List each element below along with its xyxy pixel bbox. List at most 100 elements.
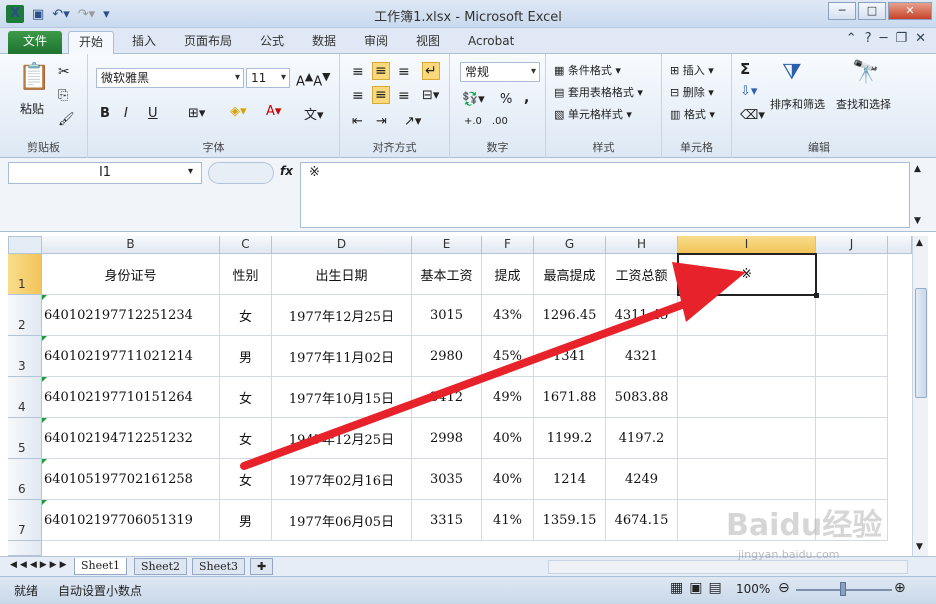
cell-c6[interactable]: 女 xyxy=(220,459,272,500)
cell-f7[interactable]: 41% xyxy=(482,500,534,541)
maximize-button[interactable]: □ xyxy=(858,2,886,20)
delete-cells-button[interactable]: ⊟ 删除 ▾ xyxy=(670,84,714,100)
row-header[interactable] xyxy=(8,541,42,556)
column-header-j[interactable]: J xyxy=(816,236,888,254)
number-format-combo[interactable]: 常规 xyxy=(460,62,540,82)
border-icon[interactable]: ⊞▾ xyxy=(188,106,205,121)
increase-decimal-icon[interactable]: +.0 xyxy=(464,116,482,127)
column-header-b[interactable]: B xyxy=(42,236,220,254)
column-header-i[interactable]: I xyxy=(678,236,816,254)
cell-f1[interactable]: 提成 xyxy=(482,254,534,295)
phonetic-icon[interactable]: 文▾ xyxy=(304,104,324,123)
cell-b5[interactable]: 640102194712251232 xyxy=(42,418,220,459)
help-icon[interactable]: ? xyxy=(865,31,872,46)
cell-b2[interactable]: 640102197712251234 xyxy=(42,295,220,336)
cell-d5[interactable]: 1947年12月25日 xyxy=(272,418,412,459)
currency-icon[interactable]: 💱▾ xyxy=(462,92,485,107)
cell-c2[interactable]: 女 xyxy=(220,295,272,336)
cell-h6[interactable]: 4249 xyxy=(606,459,678,500)
paste-icon[interactable]: 📋 xyxy=(18,62,50,92)
cell-c4[interactable]: 女 xyxy=(220,377,272,418)
insert-function-button[interactable]: fx xyxy=(280,164,293,178)
cell-g3[interactable]: 1341 xyxy=(534,336,606,377)
cut-icon[interactable]: ✂ xyxy=(58,64,70,80)
fill-icon[interactable]: ⇩▾ xyxy=(740,84,757,99)
tab-data[interactable]: 数据 xyxy=(302,31,346,54)
row-header[interactable]: 6 xyxy=(8,459,42,500)
cell-b7[interactable]: 640102197706051319 xyxy=(42,500,220,541)
align-right-icon[interactable]: ≡ xyxy=(398,88,410,104)
row-header[interactable]: 7 xyxy=(8,500,42,541)
tab-insert[interactable]: 插入 xyxy=(122,31,166,54)
collapse-ribbon-icon[interactable]: ⌃ xyxy=(846,31,857,46)
cell-j1[interactable] xyxy=(816,254,888,295)
cell-f4[interactable]: 49% xyxy=(482,377,534,418)
cell-h1[interactable]: 工资总额 xyxy=(606,254,678,295)
view-buttons-icon[interactable]: ▦▣▤ xyxy=(670,580,728,596)
cell-g5[interactable]: 1199.2 xyxy=(534,418,606,459)
name-box[interactable]: I1 xyxy=(8,162,202,184)
cell-g1[interactable]: 最高提成 xyxy=(534,254,606,295)
cell-d1[interactable]: 出生日期 xyxy=(272,254,412,295)
cell-f6[interactable]: 40% xyxy=(482,459,534,500)
zoom-out-icon[interactable]: ⊖ xyxy=(778,580,790,596)
name-box-dropdown-icon[interactable]: ▾ xyxy=(188,166,193,177)
column-header-k[interactable] xyxy=(888,236,912,254)
column-header-g[interactable]: G xyxy=(534,236,606,254)
cell-e2[interactable]: 3015 xyxy=(412,295,482,336)
cell-h3[interactable]: 4321 xyxy=(606,336,678,377)
cell-i6[interactable] xyxy=(678,459,816,500)
format-table-button[interactable]: ▤ 套用表格格式 ▾ xyxy=(554,84,643,100)
cell-e7[interactable]: 3315 xyxy=(412,500,482,541)
zoom-in-icon[interactable]: ⊕ xyxy=(894,580,906,596)
cell-c1[interactable]: 性别 xyxy=(220,254,272,295)
cell-b4[interactable]: 640102197710151264 xyxy=(42,377,220,418)
sheet-tab-2[interactable]: Sheet2 xyxy=(134,558,188,575)
minimize-button[interactable]: ─ xyxy=(828,2,856,20)
align-left-icon[interactable]: ≡ xyxy=(352,88,364,104)
select-all-button[interactable] xyxy=(8,236,42,254)
cell-i5[interactable] xyxy=(678,418,816,459)
cell-h4[interactable]: 5083.88 xyxy=(606,377,678,418)
format-painter-icon[interactable]: 🖌 xyxy=(58,112,75,127)
cell-c5[interactable]: 女 xyxy=(220,418,272,459)
cell-f3[interactable]: 45% xyxy=(482,336,534,377)
formula-input[interactable]: ※ xyxy=(300,162,910,228)
italic-button[interactable]: I xyxy=(124,106,128,121)
column-header-f[interactable]: F xyxy=(482,236,534,254)
cell-g2[interactable]: 1296.45 xyxy=(534,295,606,336)
align-top-icon[interactable]: ≡ xyxy=(352,64,364,80)
decrease-indent-icon[interactable]: ⇤ xyxy=(352,114,363,129)
vertical-scroll-thumb[interactable] xyxy=(915,288,927,398)
font-name-combo[interactable]: 微软雅黑 xyxy=(96,68,244,88)
cell-e1[interactable]: 基本工资 xyxy=(412,254,482,295)
paste-button[interactable]: 粘贴 xyxy=(20,100,44,117)
clear-icon[interactable]: ⌫▾ xyxy=(740,108,765,123)
zoom-slider-thumb[interactable] xyxy=(840,582,846,596)
cell-d6[interactable]: 1977年02月16日 xyxy=(272,459,412,500)
cell-b3[interactable]: 640102197711021214 xyxy=(42,336,220,377)
format-cells-button[interactable]: ▥ 格式 ▾ xyxy=(670,106,715,122)
align-bottom-icon[interactable]: ≡ xyxy=(398,64,410,80)
tab-view[interactable]: 视图 xyxy=(406,31,450,54)
conditional-format-button[interactable]: ▦ 条件格式 ▾ xyxy=(554,62,621,78)
font-color-icon[interactable]: A▾ xyxy=(266,104,281,119)
find-select-icon[interactable]: 🔭 xyxy=(852,60,879,85)
insert-cells-button[interactable]: ⊞ 插入 ▾ xyxy=(670,62,714,78)
column-header-e[interactable]: E xyxy=(412,236,482,254)
align-center-icon[interactable]: ≡ xyxy=(372,86,390,104)
insert-sheet-icon[interactable]: ✚ xyxy=(250,558,274,575)
cell-d3[interactable]: 1977年11月02日 xyxy=(272,336,412,377)
percent-button[interactable]: % xyxy=(500,92,512,107)
orientation-icon[interactable]: ↗▾ xyxy=(404,114,421,129)
row-header[interactable]: 5 xyxy=(8,418,42,459)
horizontal-scrollbar[interactable] xyxy=(548,560,908,574)
column-header-c[interactable]: C xyxy=(220,236,272,254)
cell-i2[interactable] xyxy=(678,295,816,336)
cell-d7[interactable]: 1977年06月05日 xyxy=(272,500,412,541)
cell-i3[interactable] xyxy=(678,336,816,377)
vertical-scrollbar[interactable]: ▲ ▼ xyxy=(912,236,928,556)
wrap-text-icon[interactable]: ↵ xyxy=(422,62,440,80)
cell-h2[interactable]: 4311.45 xyxy=(606,295,678,336)
cell-h5[interactable]: 4197.2 xyxy=(606,418,678,459)
